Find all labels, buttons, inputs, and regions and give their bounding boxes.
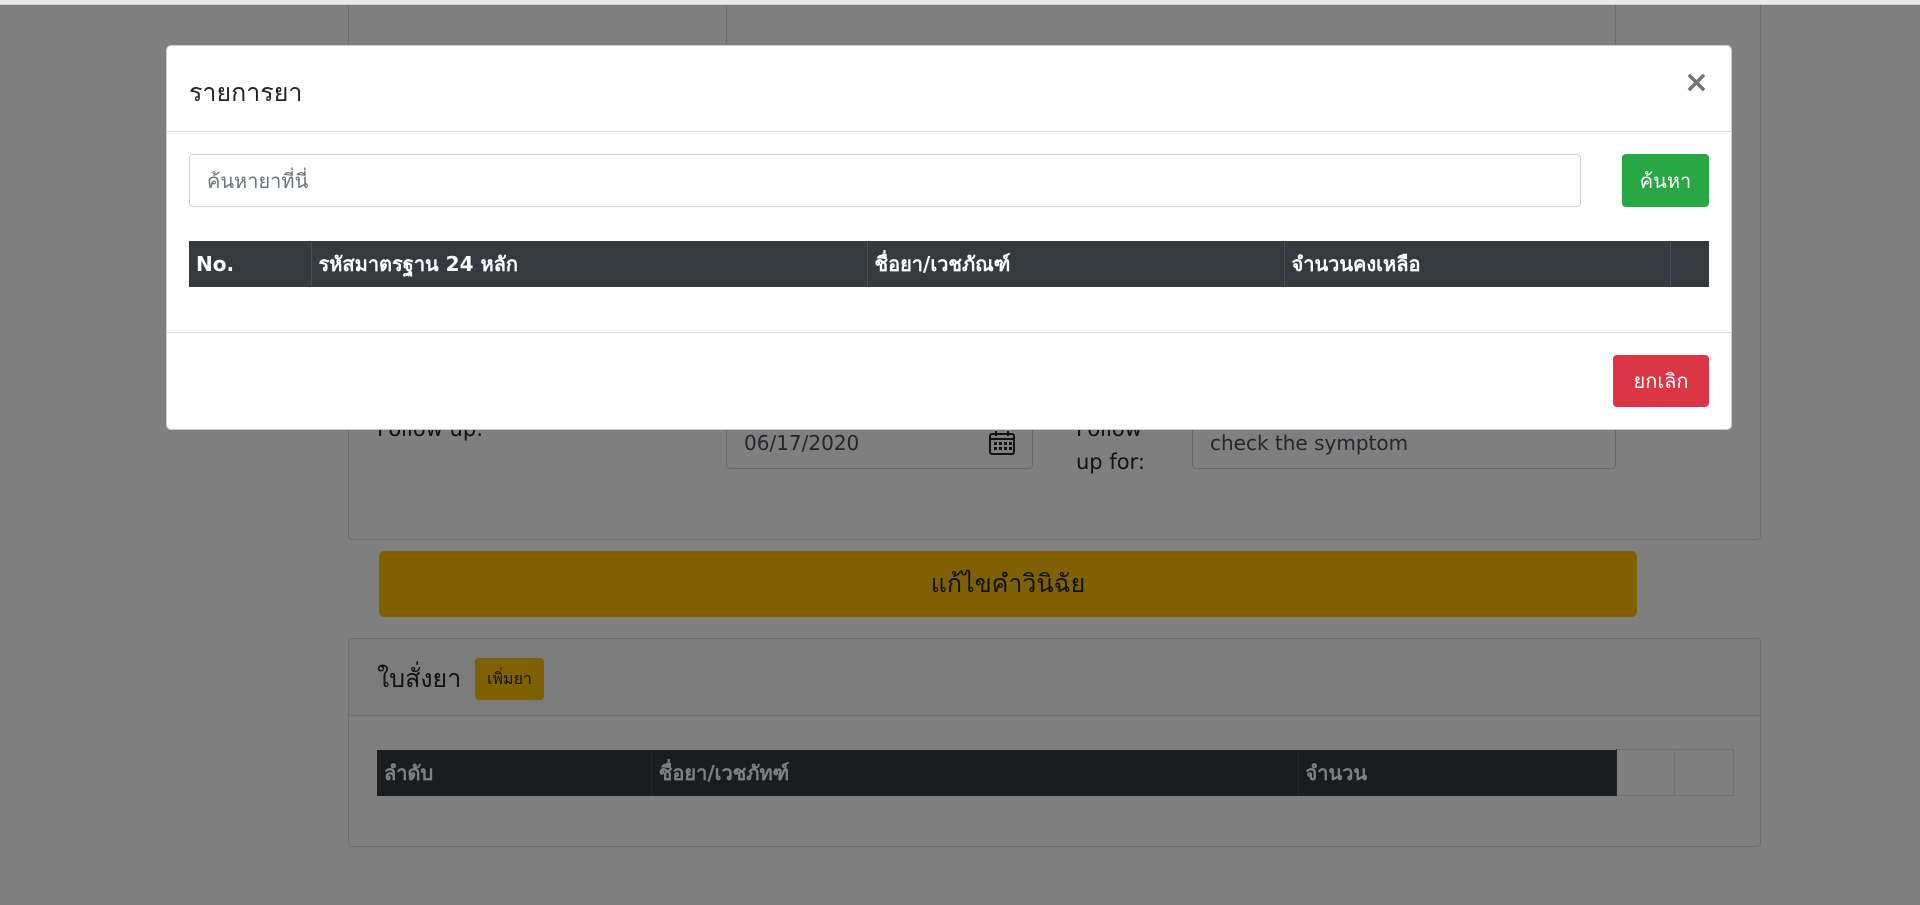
- modal-title: รายการยา: [189, 78, 303, 107]
- cancel-button[interactable]: ยกเลิก: [1613, 355, 1709, 407]
- close-icon[interactable]: ×: [1684, 68, 1709, 98]
- modal-footer: ยกเลิก: [167, 332, 1731, 430]
- drug-table: No. รหัสมาตรฐาน 24 หลัก ชื่อยา/เวชภัณฑ์ …: [189, 241, 1709, 287]
- drug-table-header-row: No. รหัสมาตรฐาน 24 หลัก ชื่อยา/เวชภัณฑ์ …: [189, 241, 1709, 287]
- col-no: No.: [189, 241, 312, 287]
- drug-list-modal: รายการยา × ค้นหา No. รหัสมาตรฐาน 24 หลัก…: [166, 45, 1732, 430]
- drug-search-input[interactable]: [189, 154, 1581, 207]
- col-standard-code: รหัสมาตรฐาน 24 หลัก: [311, 241, 868, 287]
- col-remaining: จำนวนคงเหลือ: [1284, 241, 1671, 287]
- search-button[interactable]: ค้นหา: [1622, 154, 1709, 207]
- modal-header: รายการยา ×: [167, 46, 1731, 132]
- col-action: [1670, 241, 1709, 287]
- col-drug-name: ชื่อยา/เวชภัณฑ์: [867, 241, 1285, 287]
